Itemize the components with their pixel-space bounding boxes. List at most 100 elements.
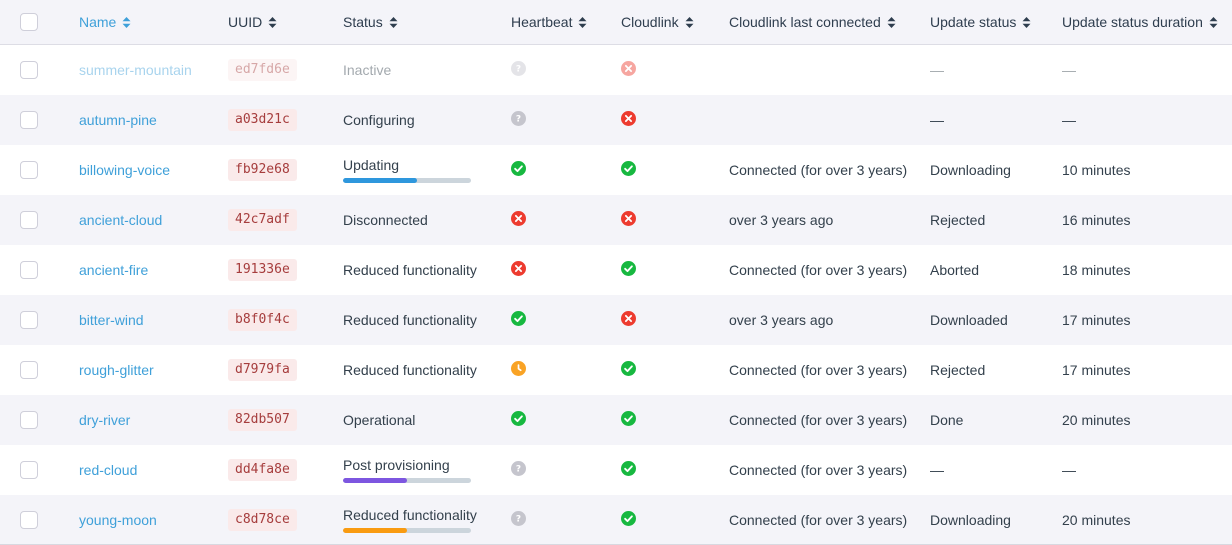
uuid-badge: 42c7adf [228,209,297,231]
status-progress-fill [343,478,407,483]
svg-text:?: ? [516,115,521,125]
column-header-uuid[interactable]: UUID [228,14,343,30]
name-cell: autumn-pine [79,112,228,128]
status-text: Inactive [343,62,511,78]
status-cell: Inactive [343,62,511,78]
cloudlink-last-connected-text: Connected (for over 3 years) [729,512,907,528]
update-status-duration-text: 10 minutes [1062,162,1130,178]
uuid-cell: a03d21c [228,109,343,131]
uuid-cell: ed7fd6e [228,59,343,81]
cloudlink-last-connected-cell: over 3 years ago [729,312,930,328]
controller-name-link[interactable]: bitter-wind [79,312,144,328]
update-status-text: — [930,112,944,128]
controller-name-link[interactable]: summer-mountain [79,62,192,78]
uuid-badge: d7979fa [228,359,297,381]
column-header-cloudlink-last-connected[interactable]: Cloudlink last connected [729,14,930,30]
controller-name-link[interactable]: young-moon [79,512,157,528]
heartbeat-cell: ? [511,511,621,529]
controller-name-link[interactable]: billowing-voice [79,162,170,178]
cloudlink-cell [621,161,729,179]
table-row: dry-river82db507OperationalConnected (fo… [0,395,1232,445]
table-row: young-moon c8d78ceReduced functionality? C… [0,495,1232,545]
status-progress-fill [343,178,417,183]
error-icon [621,311,636,326]
controller-name-link[interactable]: autumn-pine [79,112,157,128]
table-row: rough-glitterd7979faReduced functionalit… [0,345,1232,395]
row-checkbox[interactable] [20,61,38,79]
uuid-cell: c8d78ce [228,509,343,531]
row-checkbox[interactable] [20,211,38,229]
cloudlink-cell [621,511,729,529]
cloudlink-cell [621,311,729,329]
controller-name-link[interactable]: ancient-fire [79,262,148,278]
uuid-badge: fb92e68 [228,159,297,181]
status-cell: Reduced functionality [343,312,511,328]
column-header-update-status-duration[interactable]: Update status duration [1062,14,1232,30]
column-header-name[interactable]: Name [79,14,228,30]
controller-name-link[interactable]: dry-river [79,412,130,428]
row-checkbox[interactable] [20,311,38,329]
cloudlink-last-connected-cell: Connected (for over 3 years) [729,412,930,428]
status-text: Reduced functionality [343,312,511,328]
heartbeat-cell: ? [511,461,621,479]
timeout-icon [511,361,526,376]
name-cell: summer-mountain [79,62,228,78]
heartbeat-cell [511,211,621,229]
column-header-cloudlink[interactable]: Cloudlink [621,14,729,30]
row-checkbox[interactable] [20,461,38,479]
controller-name-link[interactable]: rough-glitter [79,362,154,378]
success-icon [621,511,636,526]
column-header-heartbeat[interactable]: Heartbeat [511,14,621,30]
status-text: Operational [343,412,511,428]
cloudlink-cell [621,211,729,229]
controller-name-link[interactable]: ancient-cloud [79,212,162,228]
cloudlink-last-connected-text: Connected (for over 3 years) [729,262,907,278]
row-checkbox[interactable] [20,111,38,129]
table-row: summer-mountained7fd6eInactive?—— [0,45,1232,95]
svg-text:?: ? [516,465,521,475]
column-header-status[interactable]: Status [343,14,511,30]
status-text: Reduced functionality [343,262,511,278]
row-checkbox[interactable] [20,411,38,429]
status-text: Post provisioning [343,457,511,473]
select-cell [0,261,79,279]
select-all-checkbox[interactable] [20,13,38,31]
status-text: Disconnected [343,212,511,228]
heartbeat-cell [511,261,621,279]
column-label: Name [79,14,116,30]
status-progress-bar [343,528,471,533]
update-status-duration-cell: 17 minutes [1062,362,1232,378]
uuid-cell: dd4fa8e [228,459,343,481]
uuid-cell: b8f0f4c [228,309,343,331]
update-status-text: Done [930,412,963,428]
row-checkbox[interactable] [20,161,38,179]
heartbeat-cell [511,161,621,179]
table-row: bitter-wind b8f0f4cReduced functionality o… [0,295,1232,345]
update-status-duration-text: 16 minutes [1062,212,1130,228]
update-status-text: Rejected [930,212,985,228]
update-status-text: Rejected [930,362,985,378]
column-header-update-status[interactable]: Update status [930,14,1062,30]
status-cell: Reduced functionality [343,507,511,533]
select-cell [0,61,79,79]
row-checkbox[interactable] [20,361,38,379]
success-icon [511,161,526,176]
row-checkbox[interactable] [20,511,38,529]
controller-name-link[interactable]: red-cloud [79,462,137,478]
heartbeat-cell [511,361,621,379]
update-status-text: Downloaded [930,312,1008,328]
table-row: autumn-pinea03d21cConfiguring?—— [0,95,1232,145]
cloudlink-cell [621,61,729,79]
column-label: Update status duration [1062,14,1203,30]
row-checkbox[interactable] [20,261,38,279]
update-status-duration-text: — [1062,62,1076,78]
heartbeat-cell: ? [511,61,621,79]
heartbeat-cell [511,311,621,329]
name-cell: bitter-wind [79,312,228,328]
table-row: ancient-cloud42c7adfDisconnectedover 3 y… [0,195,1232,245]
cloudlink-cell [621,411,729,429]
success-icon [511,411,526,426]
error-icon [621,61,636,76]
status-cell: Operational [343,412,511,428]
update-status-duration-text: 20 minutes [1062,512,1130,528]
